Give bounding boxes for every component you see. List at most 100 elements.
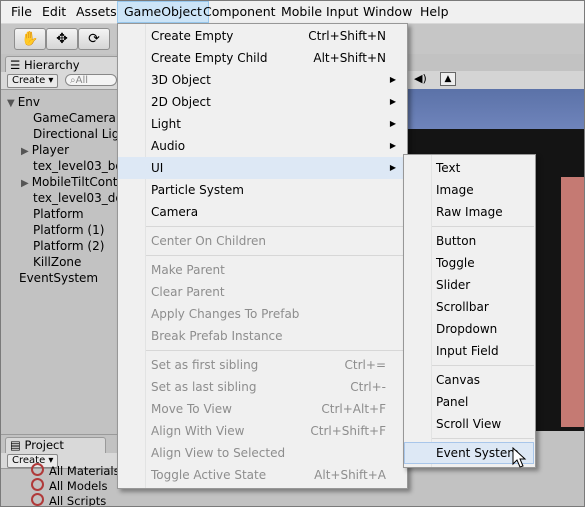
menu-item-canvas[interactable]: Canvas [404,369,534,391]
rotate-icon[interactable]: ⟳ [78,28,110,50]
menu-separator [146,226,406,227]
tree-item[interactable]: Platform [33,206,84,222]
menu-separator [432,365,534,366]
mouse-cursor-icon [512,447,527,468]
tree-item[interactable]: tex_level03_de [33,190,123,206]
tree-item-mobile-tilt[interactable]: ▶ MobileTiltContr [21,174,122,190]
menu-item-raw-image[interactable]: Raw Image [404,201,534,223]
menu-separator [432,438,534,439]
hierarchy-search-placeholder: All [75,75,89,86]
expand-down-icon[interactable]: ▼ [7,98,15,109]
submenu-arrow-icon: ▶ [389,141,396,150]
menu-assets[interactable]: Assets [70,1,123,23]
menu-item-light[interactable]: Light ▶ [118,113,406,135]
hierarchy-create-dropdown[interactable]: Create ▾ [7,74,59,88]
gameobject-menu: Create Empty Ctrl+Shift+N Create Empty Ch… [117,23,408,489]
unity-editor-window: File Edit Assets GameObject Component Mo… [0,0,585,507]
tree-item[interactable]: EventSystem [19,270,98,286]
tree-item[interactable]: KillZone [33,254,81,270]
menu-item-break-prefab-instance[interactable]: Break Prefab Instance [118,325,406,347]
move-icon[interactable]: ✥ [46,28,78,50]
menu-item-center-on-children[interactable]: Center On Children [118,230,406,252]
menu-item-image[interactable]: Image [404,179,534,201]
menu-item-create-empty-child[interactable]: Create Empty Child Alt+Shift+N [118,47,406,69]
search-icon [31,478,44,491]
menu-item-toggle-active-state[interactable]: Toggle Active State Alt+Shift+A [118,464,406,486]
menu-item-align-with-view[interactable]: Align With View Ctrl+Shift+F [118,420,406,442]
menu-file[interactable]: File [5,1,38,23]
menu-component[interactable]: Component [197,1,282,23]
submenu-arrow-icon: ▶ [389,75,396,84]
menu-item-scrollbar[interactable]: Scrollbar [404,296,534,318]
menu-item-apply-changes-to-prefab[interactable]: Apply Changes To Prefab [118,303,406,325]
menu-separator [432,226,534,227]
menu-item-clear-parent[interactable]: Clear Parent [118,281,406,303]
tree-item[interactable]: tex_level03_bo [33,158,123,174]
expand-right-icon[interactable]: ▶ [21,146,29,157]
menu-item-move-to-view[interactable]: Move To View Ctrl+Alt+F [118,398,406,420]
menu-item-set-last-sibling[interactable]: Set as last sibling Ctrl+- [118,376,406,398]
menu-gameobject[interactable]: GameObject [117,1,209,23]
menu-item-make-parent[interactable]: Make Parent [118,259,406,281]
menu-item-panel[interactable]: Panel [404,391,534,413]
menu-item-text[interactable]: Text [404,157,534,179]
tree-item[interactable]: Directional Ligh [33,126,127,142]
menu-edit[interactable]: Edit [36,1,72,23]
hierarchy-tab-label: Hierarchy [23,58,80,72]
search-icon [31,493,44,506]
project-item[interactable]: All Models [31,478,107,493]
expand-right-icon[interactable]: ▶ [21,178,29,189]
project-item[interactable]: All Scripts [31,493,106,506]
ui-submenu: Text Image Raw Image Button Toggle Slide… [403,154,536,468]
tree-item[interactable]: Platform (2) [33,238,104,254]
menu-separator [146,350,406,351]
menu-window[interactable]: Window [357,1,418,23]
menu-item-2d-object[interactable]: 2D Object ▶ [118,91,406,113]
project-item[interactable]: All Materials [31,463,120,478]
menu-item-ui[interactable]: UI ▶ [118,157,406,179]
tree-item-player[interactable]: ▶ Player [21,142,69,158]
scene-object [561,177,584,427]
submenu-arrow-icon: ▶ [389,119,396,128]
tree-item-label: Env [17,95,40,109]
menu-item-particle-system[interactable]: Particle System [118,179,406,201]
hierarchy-list: ▼ Env GameCamera Directional Ligh ▶ Player… [1,90,127,432]
menu-item-dropdown[interactable]: Dropdown [404,318,534,340]
menu-item-toggle[interactable]: Toggle [404,252,534,274]
submenu-arrow-icon: ▶ [389,163,396,172]
menu-mobile-input[interactable]: Mobile Input [275,1,364,23]
project-tab-label: Project [24,438,64,452]
hand-icon[interactable]: ✋ [14,28,46,50]
menu-item-audio[interactable]: Audio ▶ [118,135,406,157]
search-icon [31,463,44,476]
menu-item-input-field[interactable]: Input Field [404,340,534,362]
tree-item-label: Player [31,143,70,157]
tree-item-label: MobileTiltContr [31,175,123,189]
menu-item-3d-object[interactable]: 3D Object ▶ [118,69,406,91]
tab-project[interactable]: ▤ Project [5,437,106,453]
scene-toolbar: ◀) ▲ [406,71,584,90]
submenu-arrow-icon: ▶ [389,97,396,106]
hierarchy-icon: ☰ [10,58,24,72]
menu-item-slider[interactable]: Slider [404,274,534,296]
image-icon[interactable]: ▲ [440,72,456,86]
hierarchy-search-input[interactable]: ⌕All [65,74,117,86]
tab-hierarchy[interactable]: ☰ Hierarchy [5,56,121,73]
menu-item-create-empty[interactable]: Create Empty Ctrl+Shift+N [118,25,406,47]
project-item-label: All Materials [49,464,120,478]
project-icon: ▤ [10,438,25,452]
speaker-icon[interactable]: ◀) [414,72,427,85]
menu-item-button[interactable]: Button [404,230,534,252]
menu-item-camera[interactable]: Camera [118,201,406,223]
hierarchy-toolbar: Create ▾ ⌕All [1,72,119,90]
menu-item-scroll-view[interactable]: Scroll View [404,413,534,435]
menu-help[interactable]: Help [414,1,455,23]
project-item-label: All Models [49,479,108,493]
tree-item[interactable]: GameCamera [33,110,116,126]
menu-item-set-first-sibling[interactable]: Set as first sibling Ctrl+= [118,354,406,376]
tree-item[interactable]: Platform (1) [33,222,104,238]
scene-view-sky [406,89,584,129]
menu-separator [146,255,406,256]
menu-item-align-view-to-selected[interactable]: Align View to Selected [118,442,406,464]
tree-item-env[interactable]: ▼ Env [7,94,40,110]
